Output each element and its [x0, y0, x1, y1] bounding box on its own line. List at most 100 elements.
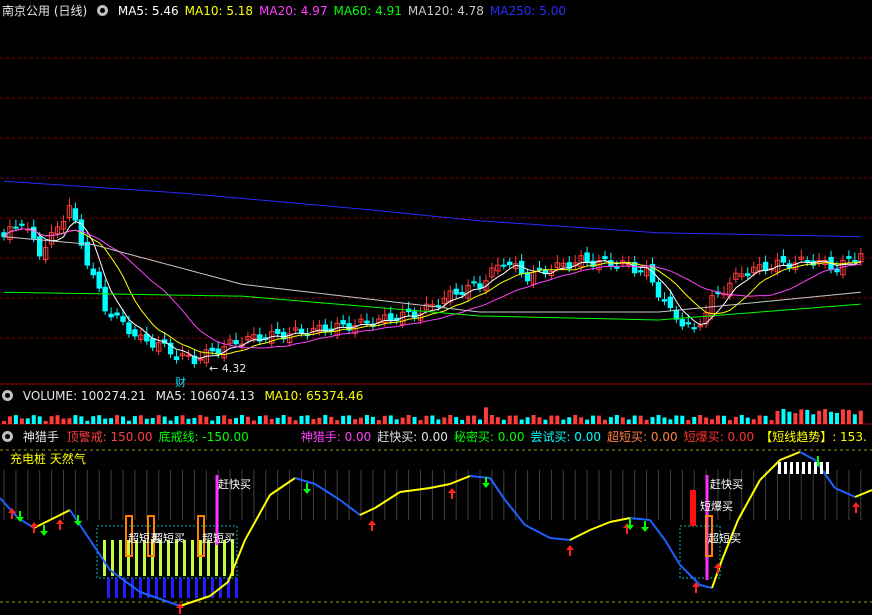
trend-curve — [314, 483, 341, 501]
volume-bar — [394, 419, 399, 424]
volume-bar — [49, 416, 54, 424]
volume-bar — [638, 415, 643, 424]
buy-arrow-icon — [368, 520, 376, 531]
volume-bar — [781, 409, 786, 424]
trend-curve — [0, 497, 19, 519]
volume-bar — [745, 417, 750, 424]
volume-bar — [846, 409, 851, 424]
candle-body — [120, 316, 126, 322]
volume-bar — [335, 420, 340, 424]
candle-body — [233, 340, 239, 345]
volume-bar — [460, 419, 465, 424]
volume-bar — [67, 418, 72, 424]
volume-bar — [13, 415, 18, 424]
buy-arrow-icon — [566, 545, 574, 556]
volume-bar — [168, 420, 173, 424]
trend-curve — [699, 584, 713, 589]
volume-bar — [840, 409, 845, 424]
volume-bar — [626, 419, 631, 424]
volume-bar — [412, 416, 417, 424]
volume-bar — [234, 417, 239, 424]
candle-body — [132, 329, 138, 337]
volume-bar — [573, 415, 578, 424]
candle-body — [364, 320, 370, 324]
volume-bar — [787, 411, 792, 424]
volume-bar — [37, 416, 42, 424]
volume-bar — [251, 420, 256, 424]
signal-bar — [179, 578, 182, 598]
volume-bar — [763, 415, 768, 424]
volume-bar — [602, 419, 607, 424]
candle-body — [72, 208, 79, 221]
volume-bar — [620, 417, 625, 424]
trend-curve — [549, 537, 571, 541]
volume-bar — [549, 415, 554, 424]
volume-bar — [305, 415, 310, 424]
candle-body — [185, 354, 192, 357]
volume-bar — [400, 417, 405, 424]
volume-bar — [364, 415, 369, 424]
candle-body — [298, 328, 305, 334]
volume-bar — [555, 415, 560, 424]
volume-bar — [216, 416, 221, 424]
finance-badge[interactable]: 财 — [175, 374, 186, 390]
candle-body — [804, 260, 810, 263]
candle-body — [536, 267, 543, 270]
volume-bar — [61, 418, 66, 424]
volume-bar — [109, 418, 114, 424]
volume-bar — [478, 419, 482, 424]
signal-bar — [163, 578, 166, 598]
volume-bar — [739, 415, 744, 424]
volume-bar — [650, 417, 655, 424]
signal-bar — [119, 540, 122, 576]
volume-bar — [144, 418, 149, 424]
short-burst-label: 短爆买 — [700, 500, 733, 513]
volume-bar — [686, 419, 691, 424]
candle-body — [852, 259, 858, 262]
chart-canvas — [0, 57, 872, 614]
volume-bar — [543, 419, 548, 424]
volume-bar — [359, 417, 363, 424]
volume-bar — [180, 415, 185, 424]
volume-bar — [132, 416, 137, 424]
volume-bar — [7, 416, 12, 424]
trend-curve — [294, 477, 316, 485]
candle-body — [471, 281, 477, 284]
volume-bar — [710, 419, 715, 424]
volume-bar — [674, 415, 679, 424]
candle-body — [655, 281, 662, 298]
volume-bar — [793, 413, 798, 424]
trend-curve — [649, 519, 666, 541]
candle-body — [340, 320, 346, 325]
volume-bar — [585, 419, 590, 424]
volume-bar — [341, 415, 346, 424]
buy-arrow-icon — [56, 519, 64, 530]
volume-bar — [406, 415, 411, 424]
super-short-label: 超短买 — [152, 532, 185, 545]
volume-bar — [704, 417, 709, 424]
volume-bar — [317, 417, 322, 424]
volume-bar — [591, 415, 596, 424]
signal-bar — [195, 578, 198, 598]
volume-bar — [757, 415, 762, 424]
volume-bar — [519, 419, 524, 424]
signal-bar — [203, 578, 206, 598]
volume-bar — [376, 420, 381, 424]
volume-bar — [382, 415, 387, 424]
trend-curve — [589, 521, 611, 531]
volume-bar — [240, 415, 244, 424]
volume-bar — [85, 420, 90, 424]
sell-arrow-icon — [303, 483, 311, 494]
volume-bar — [597, 415, 601, 424]
candle-body — [13, 226, 19, 229]
peak-stripe — [808, 462, 811, 474]
candle-body — [173, 356, 180, 361]
volume-bar — [323, 415, 328, 424]
volume-bar — [829, 411, 834, 424]
trend-curve — [399, 487, 431, 493]
trend-curve — [49, 509, 71, 521]
volume-bar — [210, 420, 215, 424]
volume-bar — [811, 414, 816, 424]
volume-bar — [507, 415, 512, 424]
peak-stripe — [784, 462, 787, 474]
